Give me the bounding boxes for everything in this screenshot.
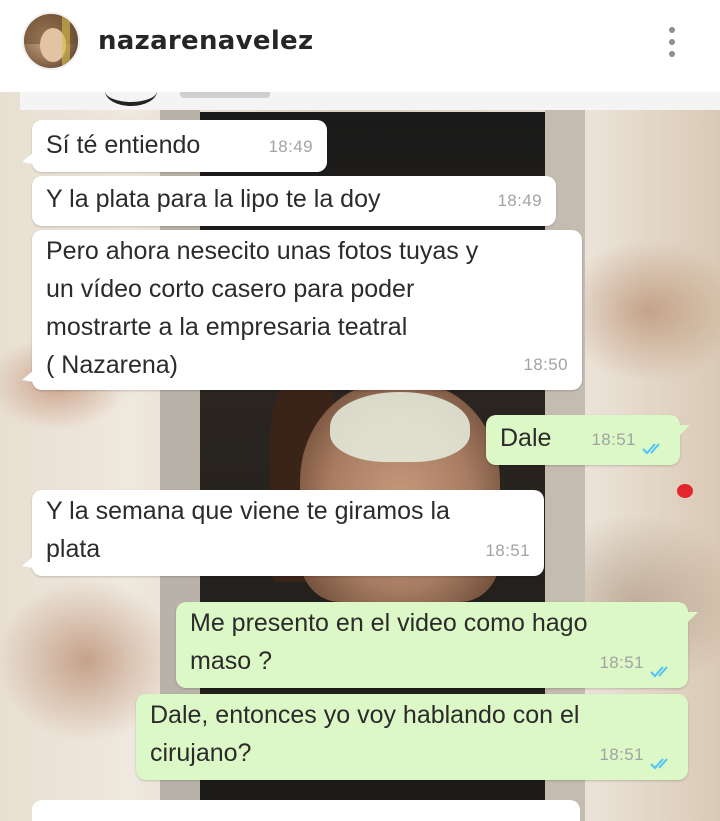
read-receipt-icon: [650, 666, 668, 678]
red-mark: [677, 484, 693, 498]
chat-message-partial: [32, 800, 580, 821]
message-time: 18:51: [599, 745, 644, 764]
chat-message-outgoing: Dale 18:51: [486, 415, 690, 465]
chat-message-incoming: Y la semana que viene te giramos la plat…: [22, 490, 544, 576]
instagram-post-header: nazarenavelez: [0, 0, 720, 93]
message-text: Dale, entonces yo voy hablando con el ci…: [150, 701, 580, 767]
more-vertical-icon: [669, 27, 675, 33]
avatar-stripe: [62, 14, 70, 68]
chat-message-outgoing: Dale, entonces yo voy hablando con el ci…: [136, 694, 688, 780]
chat-message-incoming: Pero ahora nesecito unas fotos tuyas y u…: [22, 230, 582, 390]
chat-header-status: [180, 92, 270, 98]
read-receipt-icon: [642, 443, 660, 455]
chat-message-incoming: Sí té entiendo 18:49: [22, 120, 327, 172]
profile-avatar[interactable]: [22, 12, 80, 70]
chat-message-incoming: Y la plata para la lipo te la doy 18:49: [32, 176, 556, 226]
message-time: 18:51: [599, 653, 644, 672]
message-text: Y la semana que viene te giramos la plat…: [46, 497, 450, 563]
message-time: 18:49: [268, 137, 313, 156]
more-vertical-icon-dot: [669, 51, 675, 57]
person-top: [330, 392, 470, 462]
message-text: Pero ahora nesecito unas fotos tuyas y u…: [46, 237, 479, 379]
post-image[interactable]: Sí té entiendo 18:49 Y la plata para la …: [0, 92, 720, 821]
message-time: 18:49: [497, 191, 542, 210]
username[interactable]: nazarenavelez: [98, 26, 313, 56]
message-time: 18:51: [591, 430, 636, 449]
read-receipt-icon: [650, 758, 668, 770]
message-text: Y la plata para la lipo te la doy: [46, 185, 381, 213]
more-options-button[interactable]: [656, 22, 688, 62]
more-vertical-icon-dot: [669, 39, 675, 45]
message-time: 18:51: [485, 541, 530, 560]
message-time: 18:50: [523, 355, 568, 374]
chat-message-outgoing: Me presento en el video como hago maso ?…: [176, 602, 698, 688]
